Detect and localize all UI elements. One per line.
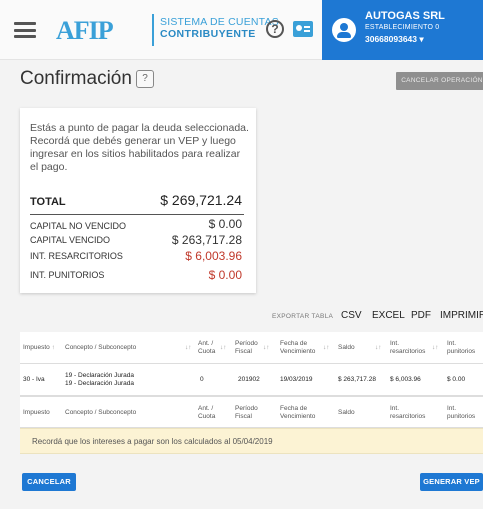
capital-vencido-label: CAPITAL VENCIDO: [30, 235, 111, 245]
int-resarcitorios-label: INT. RESARCITORIOS: [30, 251, 123, 261]
foot-fecha: Fecha de Vencimiento: [280, 405, 315, 421]
col-fecha-line2: Vencimiento: [280, 348, 316, 355]
user-menu[interactable]: AUTOGAS SRL ESTABLECIMIENTO 0 3066809364…: [322, 0, 483, 60]
generate-vep-button[interactable]: GENERAR VEP: [420, 473, 483, 491]
system-name-line1: SISTEMA DE CUENTAS: [160, 16, 279, 28]
sort-icon[interactable]: ↓↑: [432, 344, 439, 352]
foot-fecha-line1: Fecha de: [280, 405, 308, 412]
int-resarcitorios-value: $ 6,003.96: [185, 249, 242, 263]
cell-saldo: $ 263,717.28: [338, 376, 376, 383]
print-button[interactable]: IMPRIMIR: [440, 310, 483, 321]
system-name: SISTEMA DE CUENTAS CONTRIBUYENTE: [160, 16, 279, 40]
system-name-line2: CONTRIBUYENTE: [160, 28, 256, 40]
id-card-icon[interactable]: [293, 21, 313, 37]
capital-no-vencido-value: $ 0.00: [208, 217, 242, 231]
foot-periodo: Período Fiscal: [235, 405, 258, 421]
foot-impuesto: Impuesto: [23, 409, 50, 416]
foot-int-punitorios: Int. punitorios: [447, 405, 475, 421]
foot-int-pun-line2: punitorios: [447, 413, 476, 420]
col-concepto[interactable]: Concepto / Subconcepto: [65, 344, 136, 352]
cell-periodo: 201902: [238, 376, 260, 383]
sort-icon[interactable]: ↓↑: [323, 344, 330, 352]
cell-int-punitorios: $ 0.00: [447, 376, 466, 383]
sort-icon[interactable]: ↓↑: [220, 344, 227, 352]
cell-ant-cuota: 0: [200, 376, 204, 383]
col-periodo[interactable]: Período Fiscal: [235, 340, 258, 356]
col-ant-cuota[interactable]: Ant. / Cuota: [198, 340, 215, 356]
top-header: AFIP SISTEMA DE CUENTAS CONTRIBUYENTE ? …: [0, 0, 483, 60]
total-label: TOTAL: [30, 196, 66, 208]
table-header: Impuesto ↑ Concepto / Subconcepto ↓↑ Ant…: [20, 332, 483, 364]
cancel-button[interactable]: CANCELAR: [22, 473, 76, 491]
export-pdf-button[interactable]: PDF: [411, 310, 431, 321]
cell-fecha: 19/03/2019: [280, 376, 313, 383]
col-int-pun-line1: Int.: [447, 340, 457, 347]
hamburger-menu-icon[interactable]: [14, 22, 36, 38]
export-excel-button[interactable]: EXCEL: [372, 310, 405, 321]
foot-int-res-line1: Int.: [390, 405, 400, 412]
cancel-operation-button[interactable]: CANCELAR OPERACIÓN: [396, 72, 483, 90]
capital-vencido-value: $ 263,717.28: [171, 233, 242, 247]
title-help-icon[interactable]: ?: [136, 70, 154, 88]
capital-no-vencido-label: CAPITAL NO VENCIDO: [30, 221, 127, 231]
sort-icon[interactable]: ↓↑: [185, 344, 192, 352]
foot-ant-cuota-line1: Ant. /: [198, 405, 214, 412]
col-ant-cuota-line2: Cuota: [198, 348, 216, 355]
foot-periodo-line2: Fiscal: [235, 413, 252, 420]
int-punitorios-value: $ 0.00: [208, 268, 242, 282]
foot-concepto: Concepto / Subconcepto: [65, 409, 137, 416]
table-footer: Impuesto Concepto / Subconcepto Ant. / Cu…: [20, 396, 483, 428]
debt-table: Impuesto ↑ Concepto / Subconcepto ↓↑ Ant…: [20, 332, 483, 428]
page-title: Confirmación: [20, 68, 132, 89]
foot-int-resarcitorios: Int. resarcitorios: [390, 405, 425, 421]
foot-saldo: Saldo: [338, 409, 355, 416]
col-int-punitorios[interactable]: Int. punitorios: [447, 340, 475, 356]
afip-logo[interactable]: AFIP: [56, 17, 114, 45]
col-impuesto[interactable]: Impuesto ↑: [23, 344, 55, 352]
total-divider: [30, 214, 244, 215]
foot-periodo-line1: Período: [235, 405, 258, 412]
user-establishment: ESTABLECIMIENTO 0: [365, 24, 440, 31]
export-table-label: EXPORTAR TABLA: [272, 313, 334, 320]
user-cuit-dropdown[interactable]: 30668093643 ▾: [365, 34, 424, 45]
col-impuesto-label: Impuesto: [23, 344, 50, 351]
cell-impuesto: 30 - Iva: [23, 376, 45, 383]
col-ant-cuota-line1: Ant. /: [198, 340, 214, 347]
int-punitorios-label: INT. PUNITORIOS: [30, 270, 105, 280]
logo-divider: [152, 14, 154, 46]
foot-ant-cuota-line2: Cuota: [198, 413, 216, 420]
col-periodo-line1: Período: [235, 340, 258, 347]
table-row[interactable]: 30 - Iva 19 - Declaración Jurada 19 - Dec…: [20, 364, 483, 396]
summary-card: Estás a punto de pagar la deuda seleccio…: [20, 108, 256, 293]
col-fecha[interactable]: Fecha de Vencimiento: [280, 340, 315, 356]
col-saldo[interactable]: Saldo: [338, 344, 355, 352]
cell-concepto-line1: 19 - Declaración Jurada: [65, 372, 135, 379]
col-int-res-line2: resarcitorios: [390, 348, 426, 355]
foot-int-pun-line1: Int.: [447, 405, 457, 412]
user-avatar-icon: [332, 18, 356, 42]
summary-message: Estás a punto de pagar la deuda seleccio…: [30, 122, 249, 173]
sort-icon[interactable]: ↓↑: [263, 344, 270, 352]
col-fecha-line1: Fecha de: [280, 340, 308, 347]
sort-icon: ↑: [51, 344, 55, 351]
col-int-res-line1: Int.: [390, 340, 400, 347]
cell-concepto: 19 - Declaración Jurada 19 - Declaración …: [65, 372, 134, 388]
foot-ant-cuota: Ant. / Cuota: [198, 405, 215, 421]
col-periodo-line2: Fiscal: [235, 348, 252, 355]
interest-notice-text: Recordá que los intereses a pagar son lo…: [32, 437, 273, 446]
sort-icon[interactable]: ↓↑: [375, 344, 382, 352]
foot-int-res-line2: resarcitorios: [390, 413, 426, 420]
total-value: $ 269,721.24: [160, 192, 242, 208]
foot-fecha-line2: Vencimiento: [280, 413, 316, 420]
col-int-pun-line2: punitorios: [447, 348, 476, 355]
col-int-resarcitorios[interactable]: Int. resarcitorios: [390, 340, 425, 356]
interest-notice: Recordá que los intereses a pagar son lo…: [20, 428, 483, 454]
help-icon[interactable]: ?: [266, 20, 284, 38]
user-name: AUTOGAS SRL: [365, 10, 445, 22]
cell-concepto-line2: 19 - Declaración Jurada: [65, 380, 135, 387]
export-csv-button[interactable]: CSV: [341, 310, 362, 321]
cell-int-resarcitorios: $ 6,003.96: [390, 376, 421, 383]
